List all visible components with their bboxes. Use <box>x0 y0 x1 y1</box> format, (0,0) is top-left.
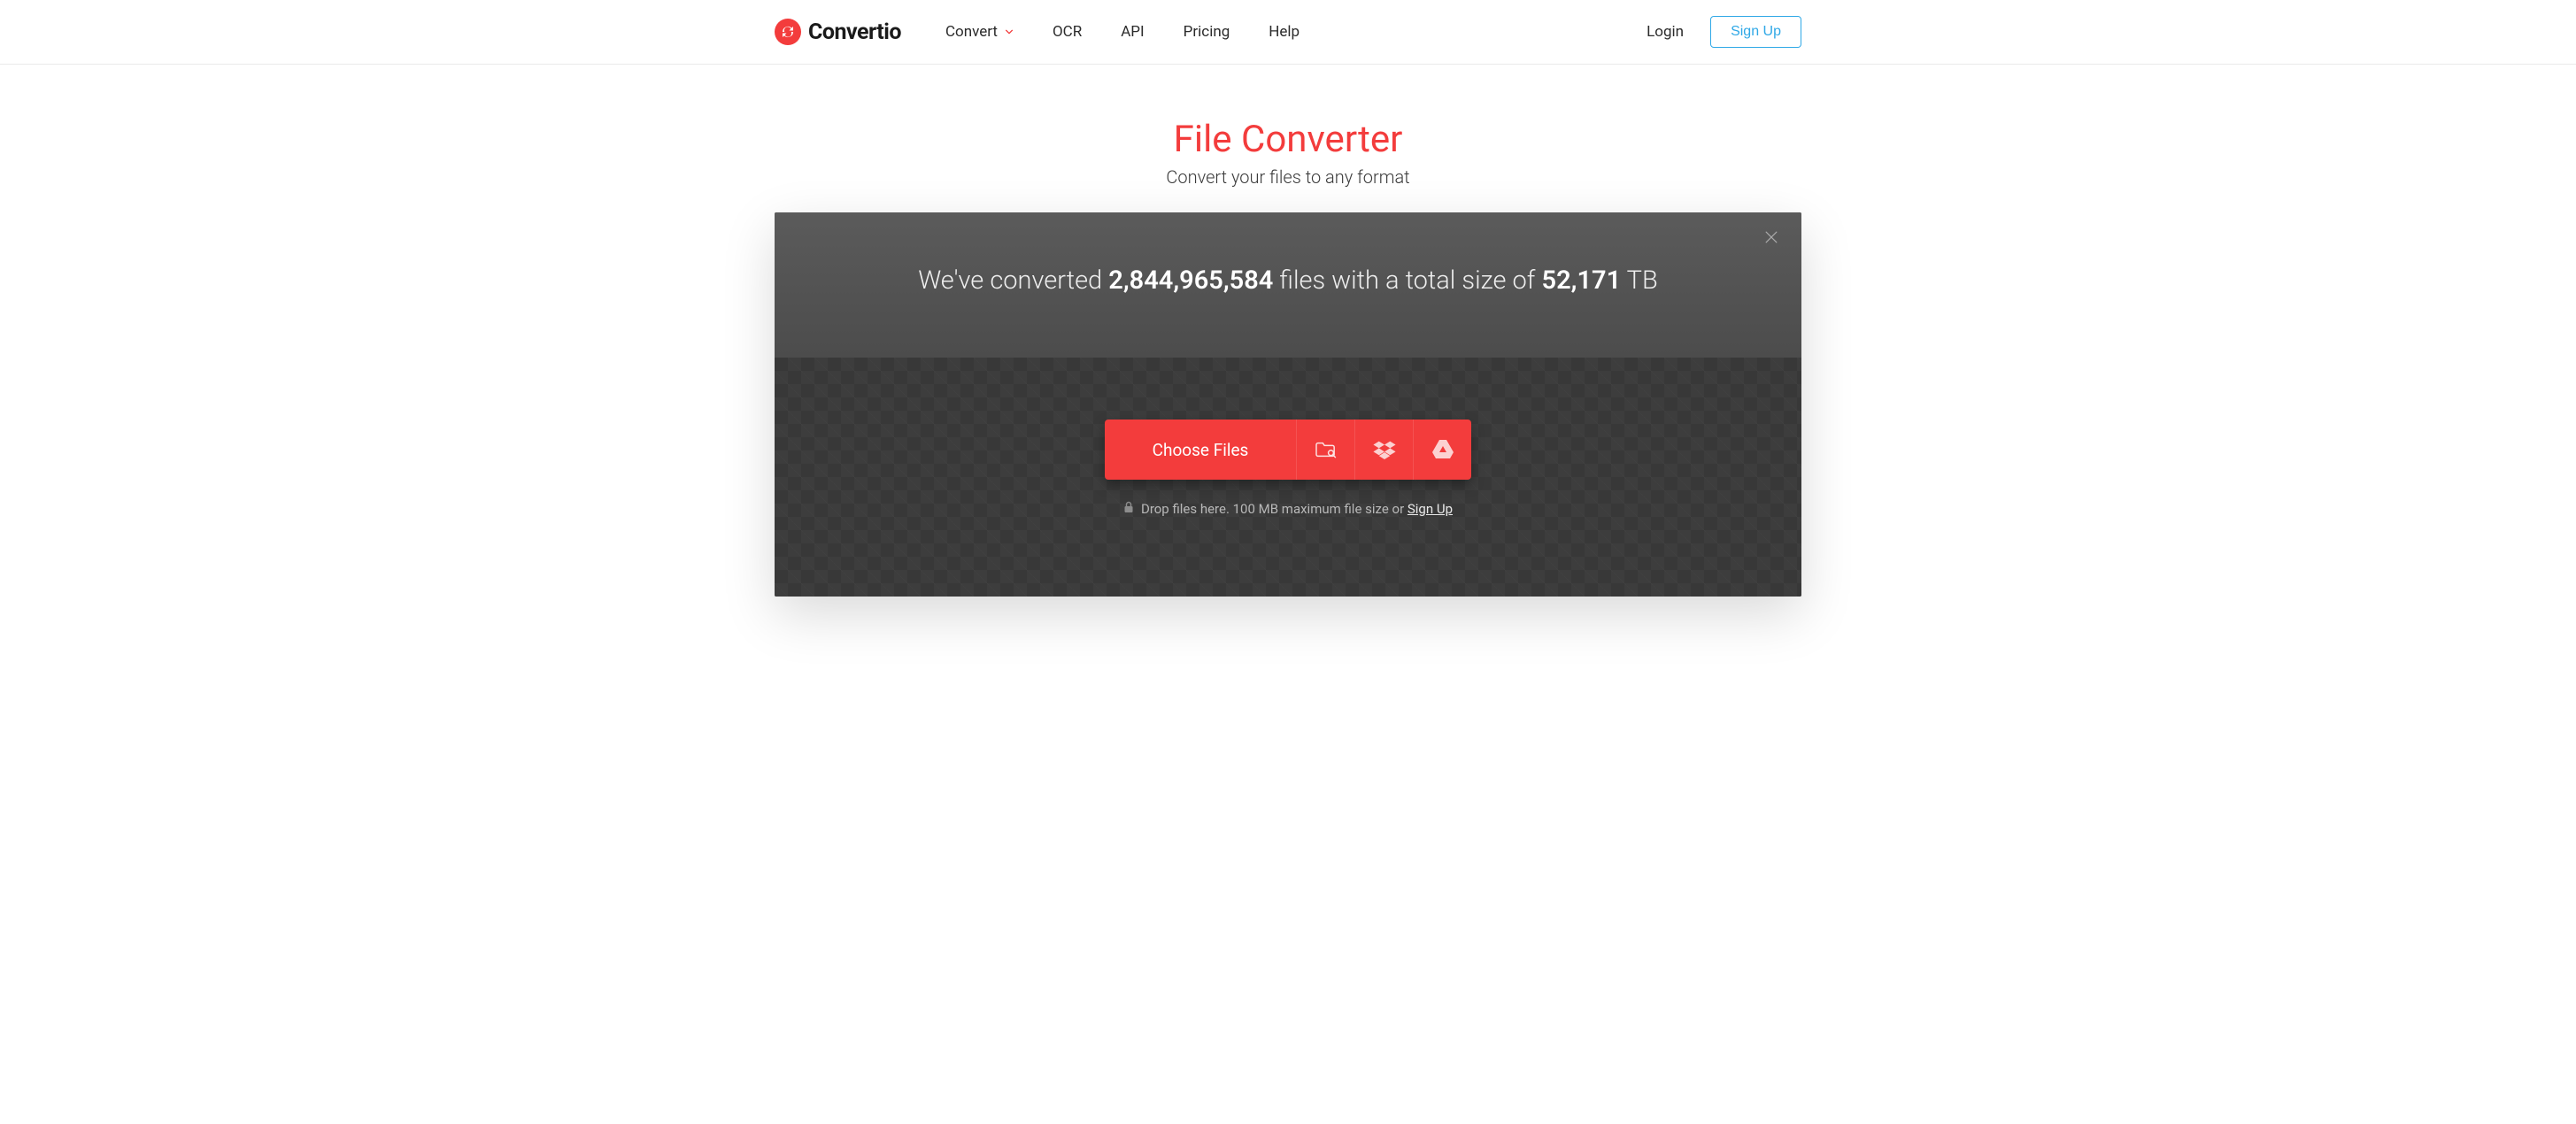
nav-ocr[interactable]: OCR <box>1053 23 1082 41</box>
hero: File Converter Convert your files to any… <box>0 65 2576 212</box>
nav-help-label: Help <box>1269 23 1300 41</box>
stats-banner: We've converted 2,844,965,584 files with… <box>775 212 1801 358</box>
site-logo[interactable]: Convertio <box>775 19 901 45</box>
converter-panel: We've converted 2,844,965,584 files with… <box>775 212 1801 597</box>
source-dropbox-button[interactable] <box>1354 420 1413 480</box>
lock-icon <box>1123 501 1134 517</box>
choose-files-button[interactable]: Choose Files <box>1105 420 1297 480</box>
stats-text: We've converted 2,844,965,584 files with… <box>792 266 1784 296</box>
nav-ocr-label: OCR <box>1053 23 1082 41</box>
convertio-logo-icon <box>775 19 801 45</box>
site-header: Convertio Convert OCR API Pricing Help <box>0 0 2576 65</box>
hint-signup-link[interactable]: Sign Up <box>1408 501 1453 517</box>
nav-convert-label: Convert <box>945 23 998 41</box>
page-title: File Converter <box>0 118 2576 161</box>
chevron-down-icon <box>1005 23 1014 41</box>
site-logo-text: Convertio <box>808 19 901 45</box>
choose-files-label: Choose Files <box>1153 440 1249 460</box>
nav-api[interactable]: API <box>1121 23 1144 41</box>
nav-pricing-label: Pricing <box>1184 23 1230 41</box>
folder-search-icon <box>1315 440 1338 459</box>
source-device-button[interactable] <box>1296 420 1354 480</box>
choose-files-bar: Choose Files <box>1105 420 1472 480</box>
close-banner-button[interactable] <box>1761 228 1782 250</box>
hint-text: Drop files here. 100 MB maximum file siz… <box>1141 501 1408 517</box>
nav-api-label: API <box>1121 23 1144 41</box>
stats-prefix: We've converted <box>918 266 1108 296</box>
nav-help[interactable]: Help <box>1269 23 1300 41</box>
signup-button[interactable]: Sign Up <box>1710 16 1801 48</box>
stats-files-count: 2,844,965,584 <box>1108 266 1273 296</box>
source-google-drive-button[interactable] <box>1413 420 1471 480</box>
stats-mid: files with a total size of <box>1273 266 1541 296</box>
nav-pricing[interactable]: Pricing <box>1184 23 1230 41</box>
stats-total-size: 52,171 <box>1542 266 1622 296</box>
page-subtitle: Convert your files to any format <box>0 166 2576 188</box>
nav-convert[interactable]: Convert <box>945 23 1014 41</box>
google-drive-icon <box>1432 440 1454 459</box>
stats-unit: TB <box>1621 266 1658 296</box>
dropzone-hint: Drop files here. 100 MB maximum file siz… <box>1123 501 1453 517</box>
close-icon <box>1762 228 1780 246</box>
file-dropzone[interactable]: Choose Files <box>775 358 1801 597</box>
login-link[interactable]: Login <box>1647 23 1684 41</box>
primary-nav: Convert OCR API Pricing Help <box>945 23 1300 41</box>
dropbox-icon <box>1373 440 1396 459</box>
